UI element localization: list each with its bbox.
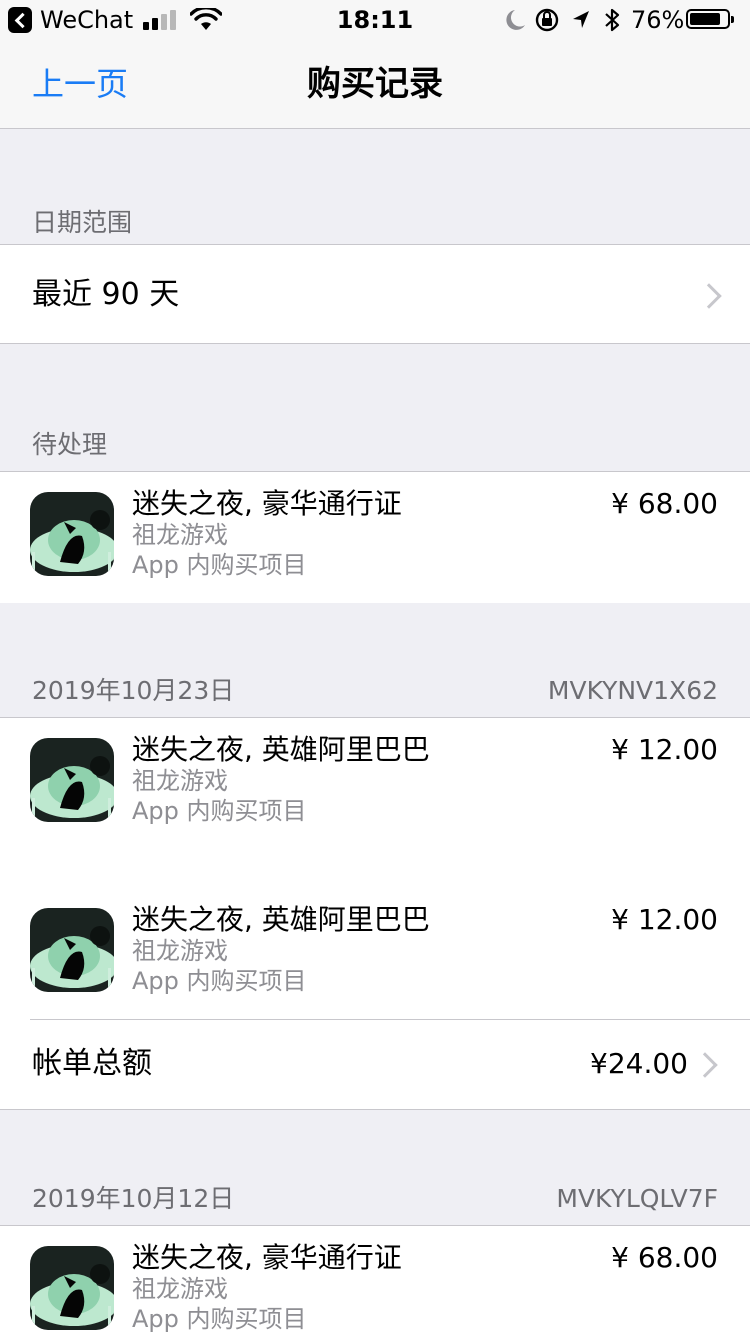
app-icon [30,1246,114,1330]
order-date: 2019年10月12日 [32,1184,235,1213]
pending-section: 迷失之夜, 豪华通行证 祖龙游戏 App 内购买项目 ¥ 68.00 [0,471,750,603]
orientation-lock-icon [535,8,559,32]
app-icon [30,738,114,822]
navigation-bar: 上一页 购买记录 [0,40,750,129]
order-section: 迷失之夜, 豪华通行证 祖龙游戏 App 内购买项目 ¥ 68.00 [0,1225,750,1334]
status-indicator-icons [506,8,620,32]
order-id: MVKYLQLV7F [556,1184,718,1213]
app-icon [30,908,114,992]
purchase-item[interactable]: 迷失之夜, 英雄阿里巴巴 祖龙游戏 App 内购买项目 ¥ 12.00 [0,888,750,1018]
page-title: 购买记录 [307,64,443,104]
battery-percent: 76% [631,6,685,34]
purchase-item[interactable]: 迷失之夜, 英雄阿里巴巴 祖龙游戏 App 内购买项目 ¥ 12.00 [0,718,750,848]
purchase-history-screen: WeChat 18:11 76% 上一页 购买记录 日期范围 最近 90 天 待… [0,0,750,1334]
date-range-header: 日期范围 [32,208,133,237]
moon-icon [506,10,525,30]
chevron-right-icon [696,283,722,309]
status-bar: WeChat 18:11 76% [0,0,750,40]
order-total-label: 帐单总额 [32,1046,152,1081]
item-type: App 内购买项目 [132,967,307,995]
chevron-right-icon [692,1052,718,1078]
bluetooth-icon [605,8,620,32]
date-range-value: 最近 90 天 [32,277,180,312]
location-icon [573,11,589,28]
purchase-item[interactable]: 迷失之夜, 豪华通行证 祖龙游戏 App 内购买项目 ¥ 68.00 [0,1226,750,1334]
date-range-cell[interactable]: 最近 90 天 [0,244,750,344]
item-title: 迷失之夜, 豪华通行证 [132,1241,402,1274]
battery-icon [686,9,734,29]
item-developer: 祖龙游戏 [132,521,228,549]
order-id: MVKYNV1X62 [547,676,718,705]
item-title: 迷失之夜, 英雄阿里巴巴 [132,733,430,766]
item-title: 迷失之夜, 豪华通行证 [132,487,402,520]
item-type: App 内购买项目 [132,797,307,825]
order-section: 迷失之夜, 英雄阿里巴巴 祖龙游戏 App 内购买项目 ¥ 12.00 迷失之夜… [0,717,750,1110]
item-price: ¥ 68.00 [611,1241,718,1274]
order-date: 2019年10月23日 [32,676,235,705]
order-total-row[interactable]: 帐单总额 ¥24.00 [0,1020,750,1110]
order-total-value: ¥24.00 [590,1047,688,1080]
item-developer: 祖龙游戏 [132,767,228,795]
item-price: ¥ 12.00 [611,733,718,766]
item-type: App 内购买项目 [132,1305,307,1333]
item-developer: 祖龙游戏 [132,937,228,965]
item-type: App 内购买项目 [132,551,307,579]
item-title: 迷失之夜, 英雄阿里巴巴 [132,903,430,936]
app-icon [30,492,114,576]
pending-item[interactable]: 迷失之夜, 豪华通行证 祖龙游戏 App 内购买项目 ¥ 68.00 [0,472,750,602]
item-developer: 祖龙游戏 [132,1275,228,1303]
item-price: ¥ 68.00 [611,487,718,520]
pending-header: 待处理 [32,430,108,459]
item-price: ¥ 12.00 [611,903,718,936]
